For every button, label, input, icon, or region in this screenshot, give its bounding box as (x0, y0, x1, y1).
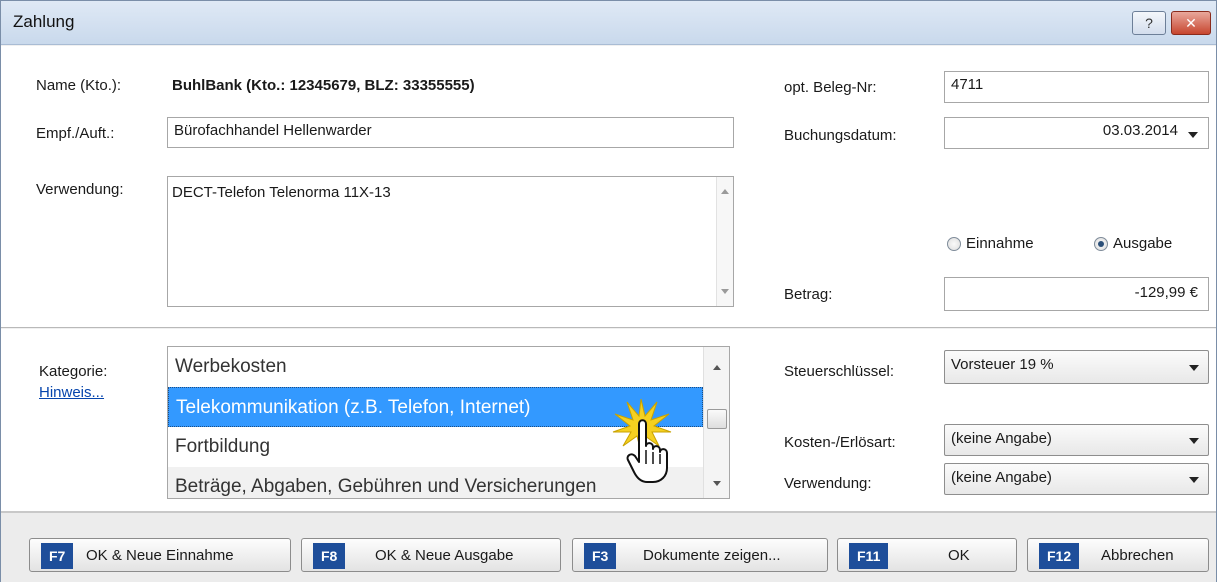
usage-label: Verwendung: (784, 475, 872, 492)
ok-button[interactable]: F11 OK (837, 538, 1017, 572)
income-radio-circle[interactable] (947, 236, 961, 251)
purpose-label: Verwendung: (36, 181, 124, 198)
scroll-up-icon[interactable] (721, 189, 729, 194)
payment-dialog: Zahlung ? ✕ Name (Kto.): BuhlBank (Kto.:… (0, 0, 1217, 582)
usage-select[interactable]: (keine Angabe) (944, 463, 1209, 495)
button-label: Dokumente zeigen... (643, 547, 781, 564)
receipt-input[interactable]: 4711 (944, 71, 1209, 103)
window-title: Zahlung (13, 12, 75, 31)
expense-radio-label: Ausgabe (1113, 235, 1173, 252)
ok-new-income-button[interactable]: F7 OK & Neue Einnahme (29, 538, 291, 572)
scroll-up-icon[interactable] (713, 365, 721, 370)
purpose-scrollbar[interactable] (716, 177, 733, 306)
receipt-label: opt. Beleg-Nr: (784, 79, 877, 96)
account-name: BuhlBank (Kto.: 12345679, BLZ: 33355555) (172, 77, 475, 94)
expense-radio[interactable]: Ausgabe (1094, 235, 1172, 252)
chevron-down-icon[interactable] (1189, 477, 1199, 483)
ok-new-expense-button[interactable]: F8 OK & Neue Ausgabe (301, 538, 561, 572)
category-label: Kategorie: (39, 363, 108, 380)
list-item[interactable]: Werbekosten (168, 347, 703, 387)
f3-key-badge: F3 (584, 543, 617, 569)
name-label: Name (Kto.): (36, 77, 122, 94)
recipient-label: Empf./Auft.: (36, 125, 115, 142)
scroll-thumb[interactable] (707, 409, 727, 429)
button-label: OK (948, 547, 970, 564)
f12-key-badge: F12 (1039, 543, 1080, 569)
date-picker[interactable]: 03.03.2014 (944, 117, 1209, 149)
cost-type-label: Kosten-/Erlösart: (784, 434, 896, 451)
button-label: OK & Neue Ausgabe (375, 547, 514, 564)
f7-key-badge: F7 (41, 543, 74, 569)
scroll-down-icon[interactable] (721, 289, 729, 294)
income-radio[interactable]: Einnahme (947, 235, 1034, 252)
button-label: Abbrechen (1101, 547, 1174, 564)
f8-key-badge: F8 (313, 543, 346, 569)
tax-key-label: Steuerschlüssel: (784, 363, 895, 380)
f11-key-badge: F11 (849, 543, 889, 569)
date-dropdown-icon[interactable] (1188, 132, 1198, 138)
title-bar: Zahlung ? ✕ (1, 1, 1216, 45)
chevron-down-icon[interactable] (1189, 365, 1199, 371)
tax-key-select[interactable]: Vorsteuer 19 % (944, 350, 1209, 384)
purpose-text: DECT-Telefon Telenorma 11X-13 (172, 184, 391, 201)
help-button[interactable]: ? (1132, 11, 1166, 35)
close-button[interactable]: ✕ (1171, 11, 1211, 35)
date-label: Buchungsdatum: (784, 127, 897, 144)
income-radio-label: Einnahme (966, 235, 1034, 252)
amount-input[interactable]: -129,99 € (944, 277, 1209, 311)
chevron-down-icon[interactable] (1189, 438, 1199, 444)
scroll-down-icon[interactable] (713, 481, 721, 486)
show-documents-button[interactable]: F3 Dokumente zeigen... (572, 538, 828, 572)
cancel-button[interactable]: F12 Abbrechen (1027, 538, 1209, 572)
category-scrollbar[interactable] (703, 347, 729, 498)
cost-type-select[interactable]: (keine Angabe) (944, 424, 1209, 456)
hint-link[interactable]: Hinweis... (39, 384, 104, 401)
hand-pointer-icon (612, 398, 672, 483)
purpose-textarea[interactable]: DECT-Telefon Telenorma 11X-13 (167, 176, 734, 307)
button-label: OK & Neue Einnahme (86, 547, 234, 564)
expense-radio-circle[interactable] (1094, 236, 1108, 251)
recipient-input[interactable]: Bürofachhandel Hellenwarder (167, 117, 734, 148)
amount-label: Betrag: (784, 286, 833, 303)
